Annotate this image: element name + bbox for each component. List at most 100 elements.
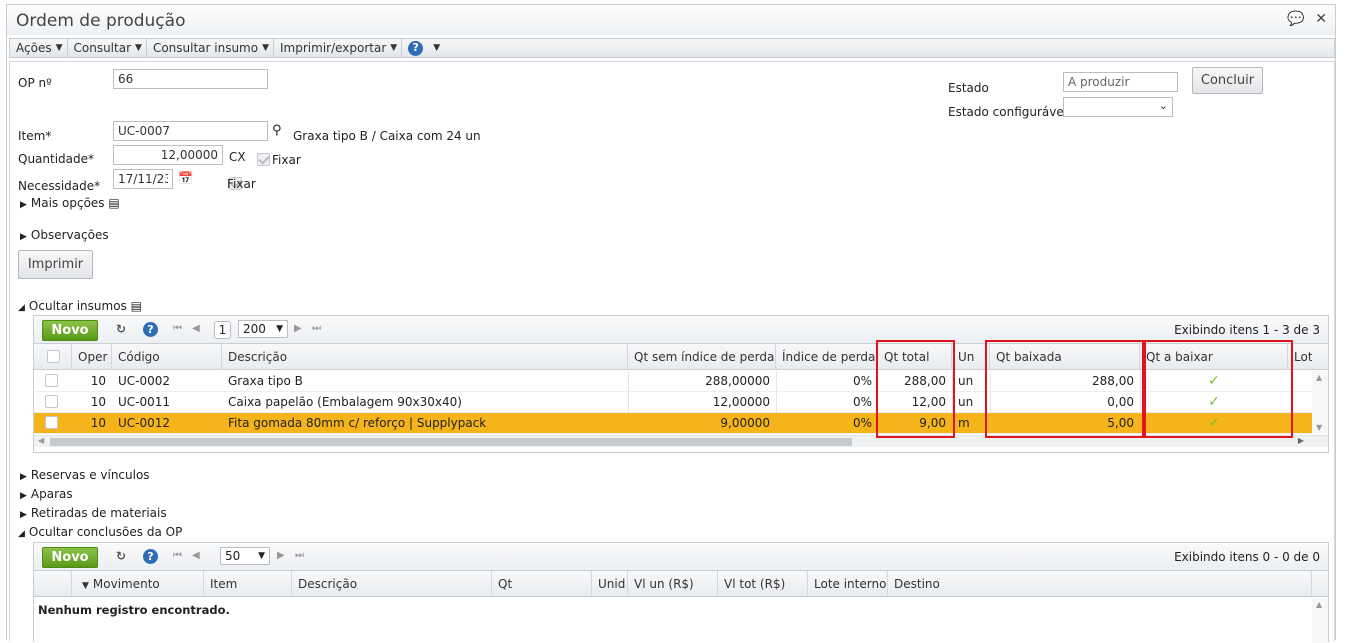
page-size-select[interactable]: 50 ▼ [220, 547, 270, 565]
first-page-icon[interactable]: ⏮ [173, 550, 182, 561]
check-icon: ✓ [1208, 373, 1220, 389]
menu-acoes[interactable]: Ações ▼ [10, 39, 68, 57]
aparas-toggle[interactable]: ▶ Aparas [20, 487, 73, 501]
scrollbar-thumb[interactable] [50, 438, 852, 446]
col-qt-a-baixar[interactable]: Qt a baixar [1140, 344, 1288, 370]
col-vl-un[interactable]: Vl un (R$) [628, 571, 718, 597]
col-oper[interactable]: Oper [72, 344, 112, 370]
check-icon: ✓ [1208, 415, 1220, 431]
refresh-icon[interactable]: ↻ [116, 549, 126, 563]
estado-configuravel-select[interactable]: ⌄ [1063, 97, 1173, 117]
col-vl-tot[interactable]: Vl tot (R$) [718, 571, 808, 597]
menu-help[interactable]: ? ▼ [402, 39, 444, 57]
quantidade-field[interactable] [113, 145, 223, 165]
col-movimento[interactable]: ▼ Movimento [72, 571, 204, 597]
conclusoes-grid-toolbar: Novo ↻ ? ⏮ ◀ 50 ▼ ▶ ⏭ Exibindo itens 0 - … [34, 543, 1328, 571]
prev-page-icon[interactable]: ◀ [192, 550, 200, 561]
table-row-selected[interactable]: 10 UC-0012 Fita gomada 80mm c/ reforço |… [34, 413, 1312, 434]
page-size-value: 50 [225, 549, 241, 563]
concluir-button[interactable]: Concluir [1192, 67, 1263, 94]
menu-imprimir-exportar[interactable]: Imprimir/exportar ▼ [274, 39, 403, 57]
necessidade-date-field[interactable] [113, 169, 173, 189]
col-destino[interactable]: Destino [888, 571, 1312, 597]
col-qt-total[interactable]: Qt total [878, 344, 952, 370]
row-checkbox[interactable] [45, 395, 58, 408]
ocultar-insumos-toggle[interactable]: ◢ Ocultar insumos ▤ [18, 299, 142, 313]
imprimir-button[interactable]: Imprimir [18, 250, 93, 279]
cell-oper: 10 [90, 416, 106, 430]
fixar-quantidade-label: Fixar [272, 153, 301, 167]
close-icon[interactable]: ✕ [1315, 11, 1327, 27]
col-indice-perdas[interactable]: Índice de perdas [776, 344, 878, 370]
retiradas-label: Retiradas de materiais [30, 506, 167, 520]
page-size-value: 200 [243, 322, 266, 336]
item-label: Item* [18, 129, 52, 143]
help-icon[interactable]: ? [143, 549, 158, 564]
scroll-up-icon[interactable]: ▲ [1316, 373, 1322, 382]
ocultar-insumos-label: Ocultar insumos [28, 299, 127, 313]
cell-oper: 10 [90, 374, 106, 388]
select-all-checkbox[interactable] [47, 350, 60, 363]
item-field[interactable] [113, 121, 268, 141]
estado-field[interactable] [1063, 72, 1178, 92]
novo-insumo-button[interactable]: Novo [42, 320, 98, 341]
col-lote-interno[interactable]: Lote interno [808, 571, 888, 597]
fixar-quantidade-checkbox[interactable] [257, 153, 270, 166]
novo-conclusao-button[interactable]: Novo [42, 547, 98, 568]
col-unid[interactable]: Unid [592, 571, 628, 597]
scroll-right-icon[interactable]: ▶ [1298, 436, 1304, 445]
vertical-scrollbar[interactable]: ▲ ▼ [1312, 371, 1328, 434]
observacoes-toggle[interactable]: ▶ Observações [20, 228, 109, 242]
caret-down-icon: ◢ [18, 529, 25, 539]
aparas-label: Aparas [30, 487, 73, 501]
op-number-field[interactable] [113, 69, 268, 89]
help-icon[interactable]: ? [143, 322, 158, 337]
table-row[interactable]: 10 UC-0011 Caixa papelão (Embalagem 90x3… [34, 392, 1312, 413]
menu-consultar-insumo[interactable]: Consultar insumo ▼ [147, 39, 275, 57]
chevron-down-icon: ▼ [258, 551, 265, 561]
page-number-field[interactable]: 1 [214, 321, 231, 339]
ocultar-conclusoes-toggle[interactable]: ◢ Ocultar conclusões da OP [18, 525, 182, 539]
observacoes-label: Observações [30, 228, 109, 242]
horizontal-scrollbar[interactable]: ◀ ▶ [34, 435, 1328, 447]
form-content: OP nº Estado Estado configurável ⌄ Concl… [9, 61, 1335, 643]
necessidade-label: Necessidade* [18, 179, 101, 193]
col-qt-sem-indice[interactable]: Qt sem índice de perdas [628, 344, 776, 370]
caret-right-icon: ▶ [20, 472, 27, 482]
vertical-scrollbar[interactable]: ▲ [1312, 598, 1328, 643]
calendar-icon[interactable]: 📅 [178, 171, 193, 185]
scroll-up-icon[interactable]: ▲ [1316, 600, 1322, 609]
row-checkbox[interactable] [45, 374, 58, 387]
cell-un: m [958, 416, 970, 430]
next-page-icon[interactable]: ▶ [277, 550, 285, 561]
refresh-icon[interactable]: ↻ [116, 322, 126, 336]
col-item[interactable]: Item [204, 571, 292, 597]
cell-qt-sem: 9,00000 [720, 416, 770, 430]
menu-consultar[interactable]: Consultar ▼ [68, 39, 147, 57]
table-row[interactable]: 10 UC-0002 Graxa tipo B 288,00000 0% 288… [34, 371, 1312, 392]
col-qt[interactable]: Qt [492, 571, 592, 597]
reservas-label: Reservas e vínculos [30, 468, 150, 482]
scroll-left-icon[interactable]: ◀ [38, 436, 44, 445]
col-un[interactable]: Un [952, 344, 990, 370]
last-page-icon[interactable]: ⏭ [312, 323, 321, 334]
col-codigo[interactable]: Código [112, 344, 222, 370]
next-page-icon[interactable]: ▶ [294, 323, 302, 334]
page-size-select[interactable]: 200 ▼ [238, 320, 288, 338]
col-descricao[interactable]: Descrição [292, 571, 492, 597]
scroll-down-icon[interactable]: ▼ [1316, 423, 1322, 432]
retiradas-toggle[interactable]: ▶ Retiradas de materiais [20, 506, 167, 520]
row-checkbox[interactable] [45, 416, 58, 429]
check-icon: ✓ [1208, 394, 1220, 410]
reservas-toggle[interactable]: ▶ Reservas e vínculos [20, 468, 150, 482]
chat-icon[interactable]: 💬 [1287, 11, 1304, 27]
search-icon[interactable]: ⚲ [272, 123, 282, 138]
first-page-icon[interactable]: ⏮ [173, 323, 182, 334]
col-qt-baixada[interactable]: Qt baixada [990, 344, 1140, 370]
cell-un: un [958, 374, 974, 388]
last-page-icon[interactable]: ⏭ [295, 550, 304, 561]
col-descricao[interactable]: Descrição [222, 344, 628, 370]
prev-page-icon[interactable]: ◀ [192, 323, 200, 334]
col-lote[interactable]: Lot [1288, 344, 1312, 370]
mais-opcoes-toggle[interactable]: ▶ Mais opções ▤ [20, 196, 120, 210]
